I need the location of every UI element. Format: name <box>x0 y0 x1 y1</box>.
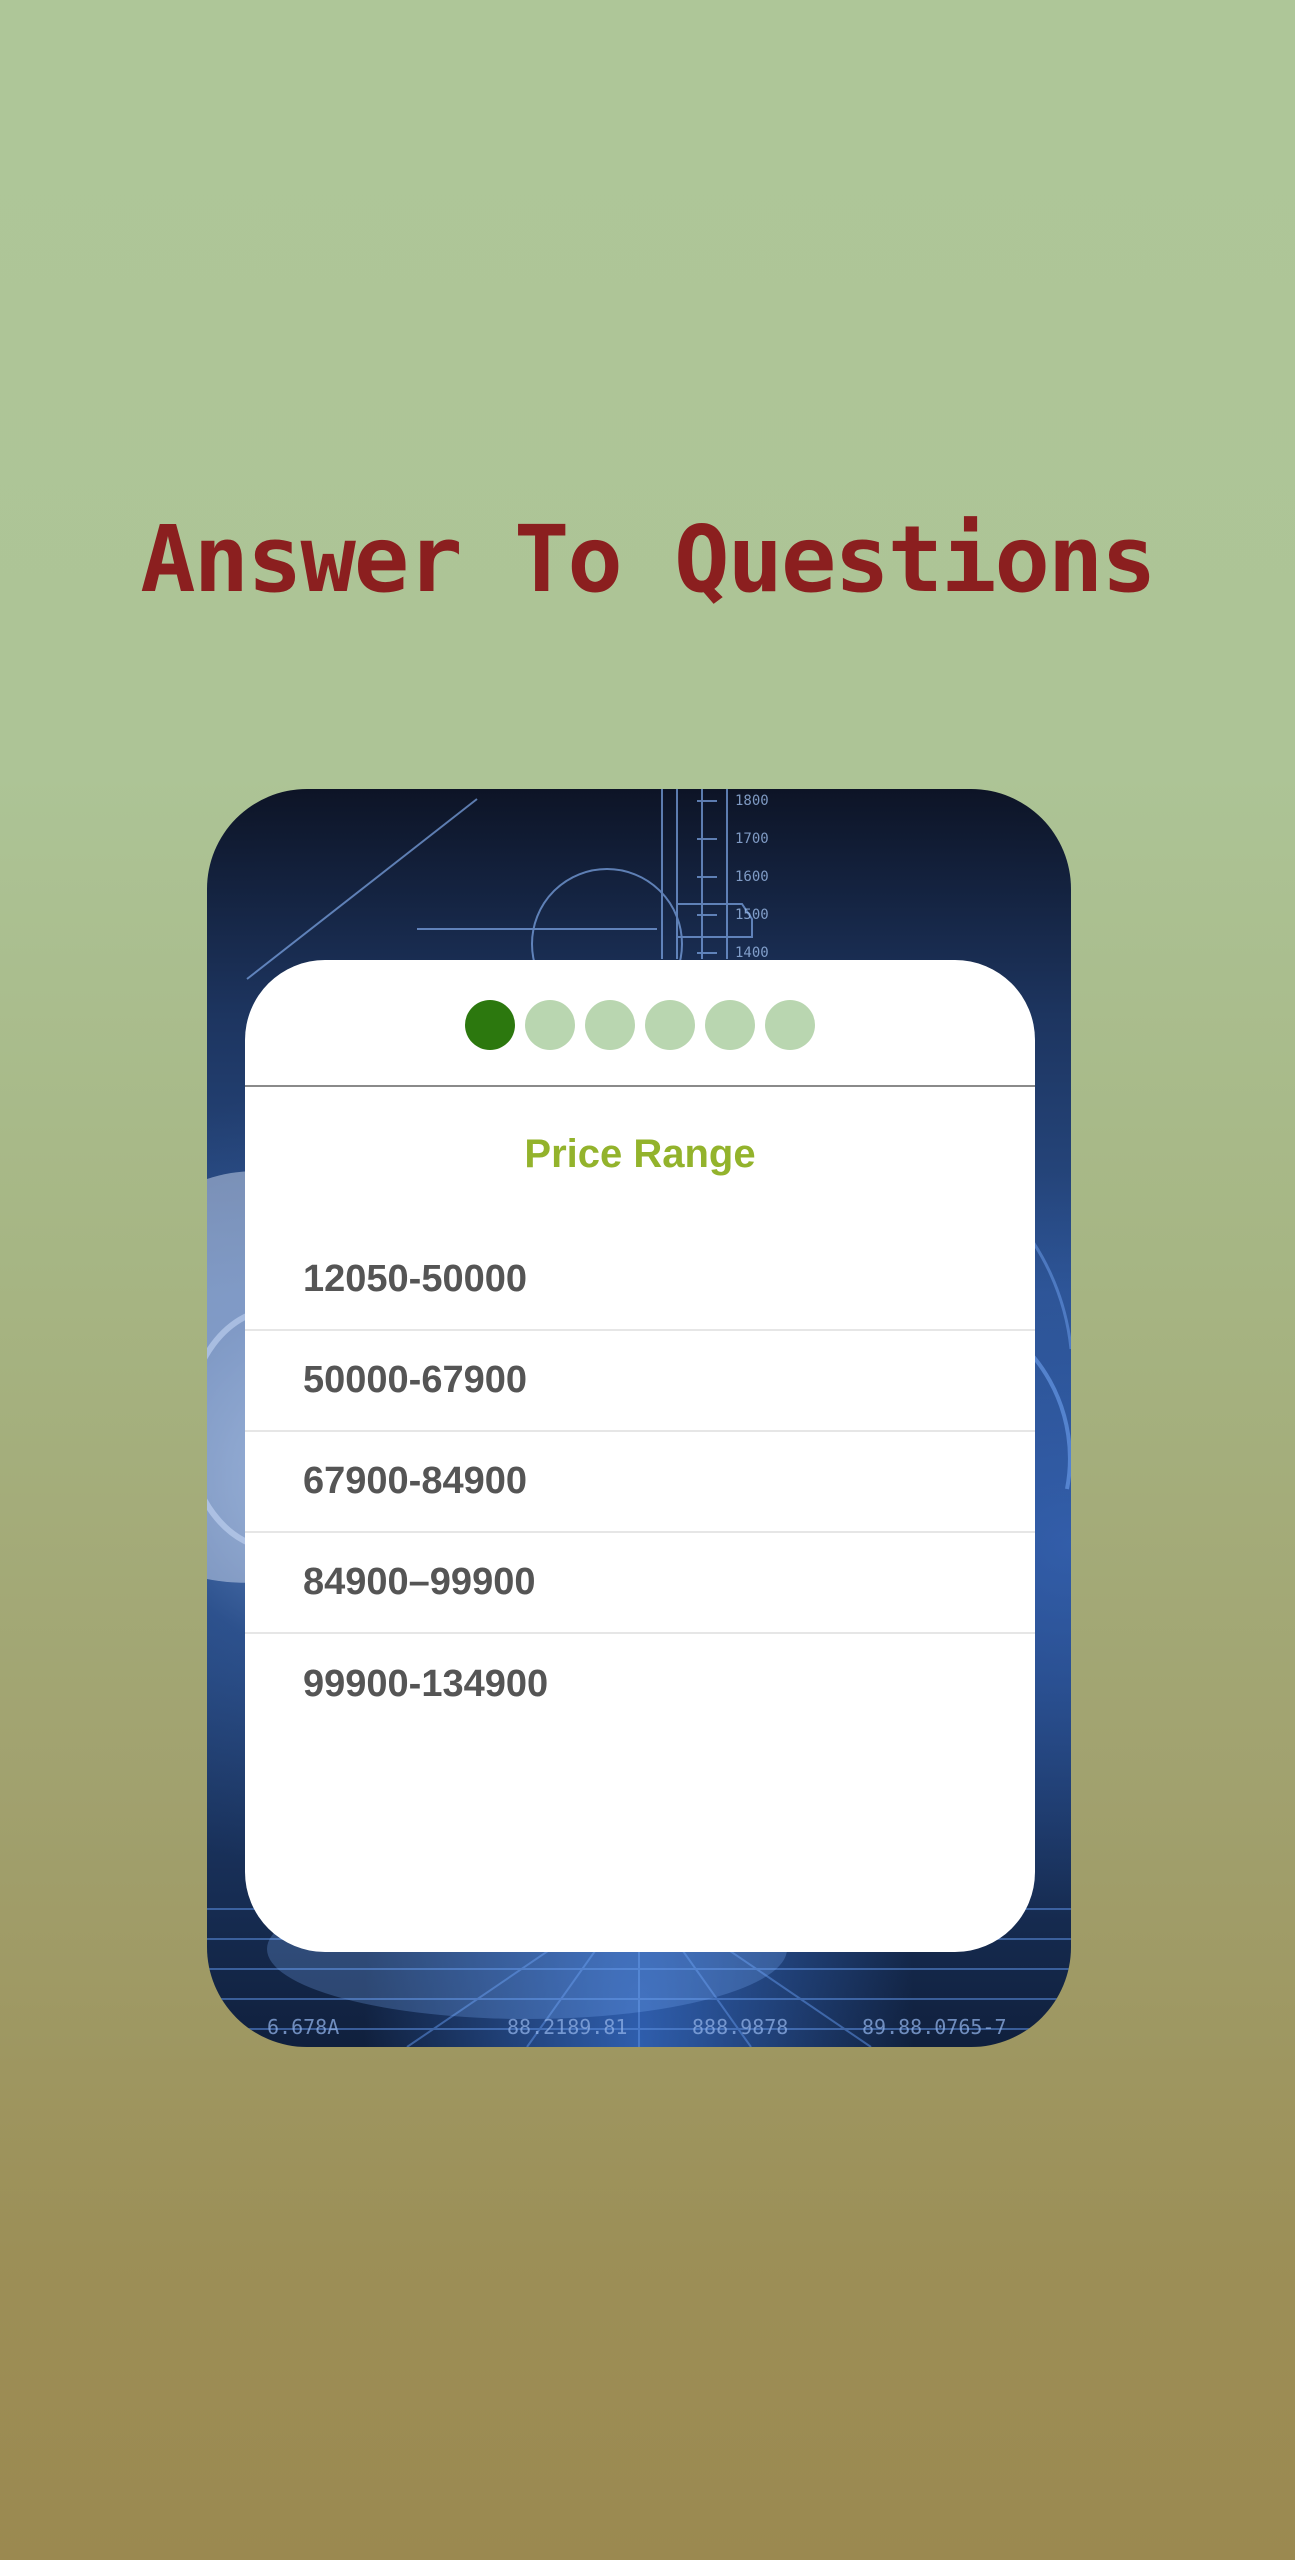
hud-readout: 88.2189.81 <box>507 2015 627 2039</box>
answer-option[interactable]: 84900–99900 <box>245 1533 1035 1634</box>
step-indicator <box>245 1000 1035 1050</box>
answer-option[interactable]: 50000-67900 <box>245 1331 1035 1432</box>
answer-option[interactable]: 67900-84900 <box>245 1432 1035 1533</box>
header-divider <box>245 1085 1035 1087</box>
answer-option-list: 12050-50000 50000-67900 67900-84900 8490… <box>245 1230 1035 1735</box>
hud-number: 1400 <box>735 945 769 961</box>
hud-readout: 6.678A <box>267 2015 339 2039</box>
step-dot-5 <box>705 1000 755 1050</box>
hud-number: 1700 <box>735 831 769 847</box>
hud-readout: 888.9878 <box>692 2015 788 2039</box>
step-dot-3 <box>585 1000 635 1050</box>
page-title: Answer To Questions <box>140 506 1156 613</box>
step-dot-4 <box>645 1000 695 1050</box>
step-dot-1-active <box>465 1000 515 1050</box>
answer-option[interactable]: 99900-134900 <box>245 1634 1035 1735</box>
hud-number: 1800 <box>735 793 769 809</box>
hud-number: 1500 <box>735 907 769 923</box>
step-dot-2 <box>525 1000 575 1050</box>
step-dot-6 <box>765 1000 815 1050</box>
hud-number: 1600 <box>735 869 769 885</box>
hud-readout: 89.88.0765-7 <box>862 2015 1007 2039</box>
answer-option[interactable]: 12050-50000 <box>245 1230 1035 1331</box>
quiz-panel: Price Range 12050-50000 50000-67900 6790… <box>245 960 1035 1952</box>
question-title: Price Range <box>524 1132 756 1176</box>
